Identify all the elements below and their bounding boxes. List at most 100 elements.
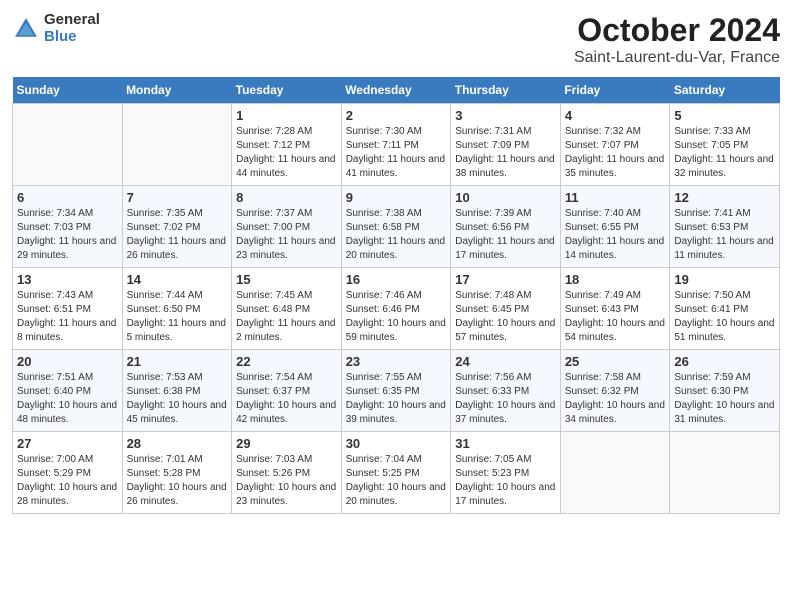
calendar-cell: 11Sunrise: 7:40 AMSunset: 6:55 PMDayligh… <box>560 186 670 268</box>
sunset-text: Sunset: 6:43 PM <box>565 303 666 317</box>
daylight-text: Daylight: 10 hours and 57 minutes. <box>455 317 556 345</box>
sunrise-text: Sunrise: 7:50 AM <box>674 289 775 303</box>
week-row-4: 20 Sunrise: 7:51 AMSunset: 6:40 PM Dayligh… <box>13 350 780 432</box>
daylight-text: Daylight: 11 hours and 2 minutes. <box>236 317 337 345</box>
sunset-text: Sunset: 5:26 PM <box>236 467 337 481</box>
daylight-text: Daylight: 11 hours and 14 minutes. <box>565 235 666 263</box>
sunrise-text: Sunrise: 7:45 AM <box>236 289 337 303</box>
sunrise-text: Sunrise: 7:37 AM <box>236 207 337 221</box>
calendar-cell: 19Sunrise: 7:50 AMSunset: 6:41 PMDayligh… <box>670 268 780 350</box>
week-row-3: 13Sunrise: 7:43 AMSunset: 6:51 PMDayligh… <box>13 268 780 350</box>
daylight-text: Daylight: 11 hours and 11 minutes. <box>674 235 775 263</box>
sunrise-text: Sunrise: 7:40 AM <box>565 207 666 221</box>
sunrise-text: Sunrise: 7:28 AM <box>236 125 337 139</box>
weekday-row: SundayMondayTuesdayWednesdayThursdayFrid… <box>13 77 780 104</box>
sunset-text: Sunset: 6:45 PM <box>455 303 556 317</box>
daylight-text: Daylight: 11 hours and 41 minutes. <box>346 153 447 181</box>
sunset-text: Sunset: 7:05 PM <box>674 139 775 153</box>
sunrise-text: Sunrise: 7:03 AM <box>236 453 337 467</box>
cell-info: Sunrise: 7:39 AMSunset: 6:56 PMDaylight:… <box>455 207 556 263</box>
daylight-text: Daylight: 10 hours and 28 minutes. <box>17 481 118 509</box>
daylight-text: Daylight: 10 hours and 31 minutes. <box>674 399 775 427</box>
sunrise-text: Sunrise: 7:30 AM <box>346 125 447 139</box>
sunset-text: Sunset: 7:02 PM <box>127 221 228 235</box>
daylight-text: Daylight: 10 hours and 20 minutes. <box>346 481 447 509</box>
week-row-5: 27Sunrise: 7:00 AMSunset: 5:29 PMDayligh… <box>13 432 780 514</box>
calendar-cell <box>13 104 123 186</box>
sunset-text: Sunset: 7:07 PM <box>565 139 666 153</box>
day-number: 14 <box>127 272 228 287</box>
day-number: 15 <box>236 272 337 287</box>
cell-info: Sunrise: 7:32 AMSunset: 7:07 PMDaylight:… <box>565 125 666 181</box>
cell-info: Sunrise: 7:33 AMSunset: 7:05 PMDaylight:… <box>674 125 775 181</box>
day-number: 25 <box>565 354 666 369</box>
day-number: 20 <box>17 354 118 369</box>
calendar-cell: 18Sunrise: 7:49 AMSunset: 6:43 PMDayligh… <box>560 268 670 350</box>
calendar-cell: 3Sunrise: 7:31 AMSunset: 7:09 PMDaylight… <box>451 104 561 186</box>
sunrise-text: Sunrise: 7:48 AM <box>455 289 556 303</box>
sunrise-text: Sunrise: 7:49 AM <box>565 289 666 303</box>
sunset-text: Sunset: 7:00 PM <box>236 221 337 235</box>
sunrise-text: Sunrise: 7:46 AM <box>346 289 447 303</box>
sunset-text: Sunset: 6:58 PM <box>346 221 447 235</box>
calendar-body: 1Sunrise: 7:28 AMSunset: 7:12 PMDaylight… <box>13 104 780 514</box>
calendar-cell <box>122 104 232 186</box>
day-number: 10 <box>455 190 556 205</box>
daylight-text: Daylight: 11 hours and 38 minutes. <box>455 153 556 181</box>
sunrise-text: Sunrise: 7:00 AM <box>17 453 118 467</box>
sunset-text: Sunset: 6:50 PM <box>127 303 228 317</box>
cell-info: Sunrise: 7:58 AMSunset: 6:32 PMDaylight:… <box>565 371 666 427</box>
calendar-cell: 8Sunrise: 7:37 AMSunset: 7:00 PMDaylight… <box>232 186 342 268</box>
sunrise-text: Sunrise: 7:34 AM <box>17 207 118 221</box>
calendar-cell: 31Sunrise: 7:05 AMSunset: 5:23 PMDayligh… <box>451 432 561 514</box>
daylight-text: Daylight: 11 hours and 17 minutes. <box>455 235 556 263</box>
calendar-cell: 5Sunrise: 7:33 AMSunset: 7:05 PMDaylight… <box>670 104 780 186</box>
calendar-cell: 27Sunrise: 7:00 AMSunset: 5:29 PMDayligh… <box>13 432 123 514</box>
sunset-text: Sunset: 6:30 PM <box>674 385 775 399</box>
sunset-text: Sunset: 6:37 PM <box>236 385 337 399</box>
sunset-text: Sunset: 7:12 PM <box>236 139 337 153</box>
cell-info: Sunrise: 7:28 AMSunset: 7:12 PMDaylight:… <box>236 125 337 181</box>
cell-info: Sunrise: 7:00 AMSunset: 5:29 PMDaylight:… <box>17 453 118 509</box>
day-number: 29 <box>236 436 337 451</box>
calendar-cell: 7Sunrise: 7:35 AMSunset: 7:02 PMDaylight… <box>122 186 232 268</box>
sunset-text: Sunset: 6:55 PM <box>565 221 666 235</box>
weekday-header-monday: Monday <box>122 77 232 104</box>
calendar-cell: 23Sunrise: 7:55 AMSunset: 6:35 PMDayligh… <box>341 350 451 432</box>
logo-text: General Blue <box>44 12 100 45</box>
daylight-text: Daylight: 10 hours and 42 minutes. <box>236 399 337 427</box>
sunrise-text: Sunrise: 7:51 AM <box>17 371 118 385</box>
daylight-text: Daylight: 10 hours and 17 minutes. <box>455 481 556 509</box>
sunrise-text: Sunrise: 7:41 AM <box>674 207 775 221</box>
day-number: 1 <box>236 108 337 123</box>
calendar-cell: 28Sunrise: 7:01 AMSunset: 5:28 PMDayligh… <box>122 432 232 514</box>
day-number: 26 <box>674 354 775 369</box>
sunset-text: Sunset: 5:28 PM <box>127 467 228 481</box>
cell-info: Sunrise: 7:41 AMSunset: 6:53 PMDaylight:… <box>674 207 775 263</box>
cell-info: Sunrise: 7:38 AMSunset: 6:58 PMDaylight:… <box>346 207 447 263</box>
day-number: 8 <box>236 190 337 205</box>
cell-info: Sunrise: 7:55 AMSunset: 6:35 PMDaylight:… <box>346 371 447 427</box>
day-number: 3 <box>455 108 556 123</box>
calendar-cell: 15Sunrise: 7:45 AMSunset: 6:48 PMDayligh… <box>232 268 342 350</box>
sunset-text: Sunset: 6:53 PM <box>674 221 775 235</box>
sunset-text: Sunset: 6:51 PM <box>17 303 118 317</box>
sunrise-text: Sunrise: 7:39 AM <box>455 207 556 221</box>
calendar-table: SundayMondayTuesdayWednesdayThursdayFrid… <box>12 77 780 514</box>
calendar-cell: 2Sunrise: 7:30 AMSunset: 7:11 PMDaylight… <box>341 104 451 186</box>
cell-info: Sunrise: 7:04 AMSunset: 5:25 PMDaylight:… <box>346 453 447 509</box>
daylight-text: Daylight: 10 hours and 45 minutes. <box>127 399 228 427</box>
day-number: 9 <box>346 190 447 205</box>
day-number: 19 <box>674 272 775 287</box>
daylight-text: Daylight: 10 hours and 59 minutes. <box>346 317 447 345</box>
daylight-text: Daylight: 11 hours and 29 minutes. <box>17 235 118 263</box>
day-number: 18 <box>565 272 666 287</box>
cell-info: Sunrise: 7:43 AMSunset: 6:51 PMDaylight:… <box>17 289 118 345</box>
sunrise-text: Sunrise: 7:32 AM <box>565 125 666 139</box>
sunset-text: Sunset: 6:40 PM <box>17 385 118 399</box>
cell-info: Sunrise: 7:35 AMSunset: 7:02 PMDaylight:… <box>127 207 228 263</box>
logo-line1: General <box>44 12 100 29</box>
weekday-header-saturday: Saturday <box>670 77 780 104</box>
sunrise-text: Sunrise: 7:43 AM <box>17 289 118 303</box>
week-row-1: 1Sunrise: 7:28 AMSunset: 7:12 PMDaylight… <box>13 104 780 186</box>
